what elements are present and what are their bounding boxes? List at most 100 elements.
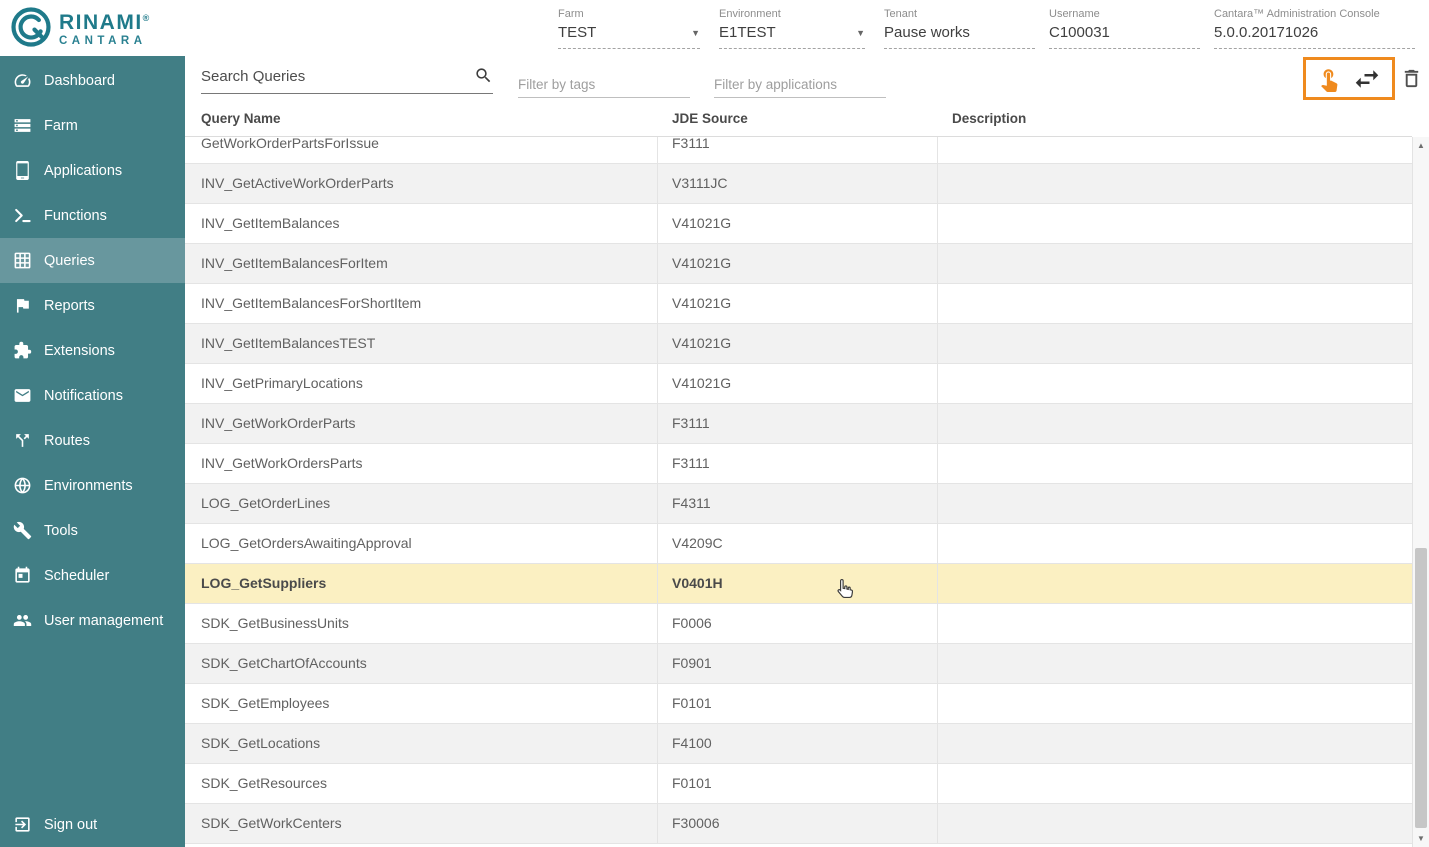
query-name-cell: SDK_GetBusinessUnits	[185, 604, 658, 643]
puzzle-icon	[13, 341, 32, 360]
scroll-up-arrow-icon[interactable]: ▲	[1413, 141, 1429, 150]
table-row[interactable]: SDK_GetResourcesF0101	[185, 764, 1412, 804]
query-name-cell: INV_GetItemBalances	[185, 204, 658, 243]
jde-source-cell: F0901	[658, 644, 938, 683]
column-header-query-name[interactable]: Query Name	[185, 103, 658, 136]
description-cell	[938, 604, 1412, 643]
sidebar-item-notifications[interactable]: Notifications	[0, 373, 185, 418]
description-cell	[938, 137, 1412, 163]
jde-source-cell: V41021G	[658, 324, 938, 363]
sidebar-item-extensions[interactable]: Extensions	[0, 328, 185, 373]
table-row[interactable]: LOG_GetOrderLinesF4311	[185, 484, 1412, 524]
sidebar-item-label: Sign out	[44, 817, 97, 833]
description-cell	[938, 324, 1412, 363]
column-header-description[interactable]: Description	[938, 103, 1412, 136]
column-header-jde-source[interactable]: JDE Source	[658, 103, 938, 136]
search-field	[201, 61, 493, 94]
sidebar-item-label: Scheduler	[44, 568, 109, 584]
table-row[interactable]: SDK_GetWorkCentersF30006	[185, 804, 1412, 844]
table-row[interactable]: SDK_GetBusinessUnitsF0006	[185, 604, 1412, 644]
sidebar-item-reports[interactable]: Reports	[0, 283, 185, 328]
farm-select[interactable]: Farm TEST▼	[558, 8, 700, 49]
description-cell	[938, 644, 1412, 683]
table-row[interactable]: LOG_GetSuppliersV0401H	[185, 564, 1412, 604]
table-row[interactable]: INV_GetItemBalancesV41021G	[185, 204, 1412, 244]
table-row[interactable]: INV_GetWorkOrdersPartsF3111	[185, 444, 1412, 484]
search-input[interactable]	[201, 61, 474, 90]
filter-applications-input[interactable]	[714, 72, 886, 98]
query-name-cell: INV_GetItemBalancesForShortItem	[185, 284, 658, 323]
query-name-cell: SDK_GetChartOfAccounts	[185, 644, 658, 683]
sidebar-item-functions[interactable]: Functions	[0, 193, 185, 238]
table-grid-icon	[13, 251, 32, 270]
table-row[interactable]: GetWorkOrderPartsForIssueF3111	[185, 137, 1412, 164]
calendar-icon	[13, 566, 32, 585]
table-row[interactable]: INV_GetWorkOrderPartsF3111	[185, 404, 1412, 444]
brand-text: RINAMI® CANTARA	[59, 7, 151, 48]
filter-tags-input[interactable]	[518, 72, 690, 98]
sidebar-item-dashboard[interactable]: Dashboard	[0, 58, 185, 103]
table-row[interactable]: SDK_GetChartOfAccountsF0901	[185, 644, 1412, 684]
sidebar-item-scheduler[interactable]: Scheduler	[0, 553, 185, 598]
table-row[interactable]: INV_GetPrimaryLocationsV41021G	[185, 364, 1412, 404]
flag-icon	[13, 296, 32, 315]
sidebar-item-applications[interactable]: Applications	[0, 148, 185, 193]
environment-value: E1TEST	[719, 24, 776, 41]
chevron-down-icon[interactable]: ▼	[691, 28, 700, 38]
swap-horizontal-button[interactable]	[1352, 64, 1382, 94]
scrollbar-thumb[interactable]	[1415, 548, 1427, 828]
sidebar-item-environments[interactable]: Environments	[0, 463, 185, 508]
delete-button[interactable]	[1400, 67, 1423, 90]
query-table: GetWorkOrderPartsForIssueF3111INV_GetAct…	[185, 137, 1412, 847]
console-label: Cantara™ Administration Console	[1214, 8, 1415, 20]
sidebar-item-farm[interactable]: Farm	[0, 103, 185, 148]
table-row[interactable]: INV_GetItemBalancesTESTV41021G	[185, 324, 1412, 364]
sidebar-item-queries[interactable]: Queries	[0, 238, 185, 283]
table-row[interactable]: LOG_GetOrdersAwaitingApprovalV4209C	[185, 524, 1412, 564]
chevron-down-icon[interactable]: ▼	[856, 28, 865, 38]
query-name-cell: INV_GetActiveWorkOrderParts	[185, 164, 658, 203]
query-name-cell: SDK_GetLocations	[185, 724, 658, 763]
sidebar-item-label: Functions	[44, 208, 107, 224]
description-cell	[938, 524, 1412, 563]
sidebar-item-label: Dashboard	[44, 73, 115, 89]
jde-source-cell: F0101	[658, 764, 938, 803]
username-value: C100031	[1049, 24, 1110, 41]
tenant-field: Tenant Pause works	[884, 8, 1035, 49]
query-name-cell: INV_GetWorkOrderParts	[185, 404, 658, 443]
environment-select[interactable]: Environment E1TEST▼	[719, 8, 865, 49]
sidebar-item-label: Queries	[44, 253, 95, 269]
select-mode-button[interactable]	[1316, 66, 1342, 92]
swap-arrows-icon	[1352, 64, 1382, 94]
jde-source-cell: F30006	[658, 804, 938, 843]
query-name-cell: SDK_GetWorkCenters	[185, 804, 658, 843]
jde-source-cell: F0101	[658, 684, 938, 723]
brand-subname: CANTARA	[59, 34, 151, 48]
description-cell	[938, 564, 1412, 603]
tenant-value: Pause works	[884, 24, 970, 41]
sidebar-item-tools[interactable]: Tools	[0, 508, 185, 553]
tablet-icon	[13, 161, 32, 180]
query-name-cell: LOG_GetSuppliers	[185, 564, 658, 603]
search-icon[interactable]	[474, 66, 493, 85]
sidebar-item-label: Extensions	[44, 343, 115, 359]
vertical-scrollbar[interactable]: ▲ ▼	[1412, 137, 1429, 847]
table-row[interactable]: SDK_GetLocationsF4100	[185, 724, 1412, 764]
branch-icon	[13, 431, 32, 450]
sidebar-item-routes[interactable]: Routes	[0, 418, 185, 463]
table-row[interactable]: INV_GetItemBalancesForItemV41021G	[185, 244, 1412, 284]
username-field: Username C100031	[1049, 8, 1200, 49]
table-row[interactable]: SDK_GetEmployeesF0101	[185, 684, 1412, 724]
table-row[interactable]: INV_GetActiveWorkOrderPartsV3111JC	[185, 164, 1412, 204]
scroll-down-arrow-icon[interactable]: ▼	[1413, 834, 1429, 843]
description-cell	[938, 164, 1412, 203]
table-row[interactable]: INV_GetItemBalancesForShortItemV41021G	[185, 284, 1412, 324]
description-cell	[938, 684, 1412, 723]
description-cell	[938, 244, 1412, 283]
sidebar-item-sign-out[interactable]: Sign out	[0, 802, 185, 847]
sign-out-icon	[13, 815, 32, 834]
jde-source-cell: V41021G	[658, 284, 938, 323]
brand-name: RINAMI®	[59, 7, 151, 34]
cantara-admin-console: RINAMI® CANTARA Farm TEST▼ Environment E…	[0, 0, 1429, 847]
sidebar-item-user-management[interactable]: User management	[0, 598, 185, 643]
